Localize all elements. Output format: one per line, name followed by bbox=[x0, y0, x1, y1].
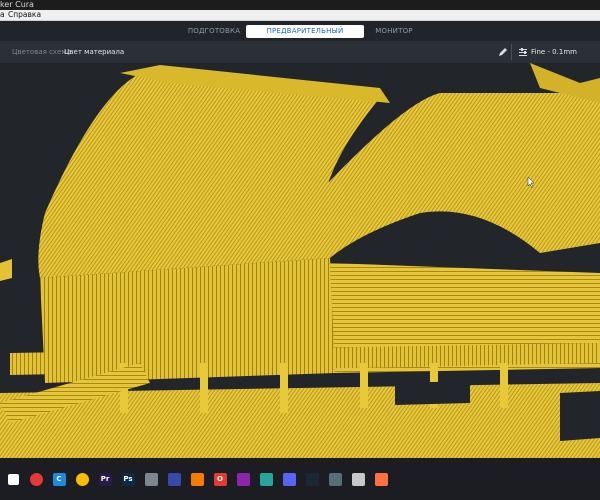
tab-prepare[interactable]: ПОДГОТОВКА bbox=[186, 25, 242, 38]
menu-bar: а Справка bbox=[0, 10, 600, 21]
app-icon-1[interactable] bbox=[140, 458, 162, 500]
chrome-icon[interactable] bbox=[71, 458, 93, 500]
menu-item-help[interactable]: Справка bbox=[8, 10, 41, 20]
record-icon-glyph bbox=[29, 472, 43, 486]
start-icon[interactable] bbox=[2, 458, 24, 500]
steam-icon-glyph bbox=[305, 472, 319, 486]
discord-icon[interactable] bbox=[278, 458, 300, 500]
toolbar-divider bbox=[511, 44, 512, 60]
opera-icon-glyph: O bbox=[213, 472, 227, 486]
photoshop-icon-glyph: Ps bbox=[121, 472, 135, 486]
sliders-icon bbox=[519, 48, 527, 56]
app-icon-3[interactable] bbox=[186, 458, 208, 500]
print-profile-button[interactable]: Fine - 0.1mm bbox=[531, 41, 577, 63]
cura-icon-glyph: C bbox=[52, 472, 66, 486]
menu-item-partial[interactable]: а bbox=[0, 10, 5, 20]
app-icon-8[interactable] bbox=[370, 458, 392, 500]
app-icon-4[interactable] bbox=[232, 458, 254, 500]
cura-icon[interactable]: C bbox=[48, 458, 70, 500]
app-icon-7-glyph bbox=[351, 472, 365, 486]
3d-viewport[interactable] bbox=[0, 63, 600, 458]
photoshop-icon[interactable]: Ps bbox=[117, 458, 139, 500]
color-scheme-select[interactable]: Цвет материала bbox=[64, 41, 124, 63]
title-bar: ker Cura bbox=[0, 0, 600, 10]
view-toolbar: Цветовая схема Цвет материала Fine - 0.1… bbox=[0, 41, 600, 64]
premiere-icon[interactable]: Pr bbox=[94, 458, 116, 500]
premiere-icon-glyph: Pr bbox=[98, 472, 112, 486]
chrome-icon-glyph bbox=[75, 472, 89, 486]
pencil-icon[interactable] bbox=[498, 47, 508, 57]
app-icon-5[interactable] bbox=[255, 458, 277, 500]
start-icon-glyph bbox=[7, 473, 19, 485]
app-icon-1-glyph bbox=[144, 472, 158, 486]
record-icon[interactable] bbox=[25, 458, 47, 500]
app-icon-7[interactable] bbox=[347, 458, 369, 500]
stage-bar: ПОДГОТОВКА ПРЕДВАРИТЕЛЬНЫЙ ПРОСМОТР МОНИ… bbox=[0, 21, 600, 48]
app-icon-4-glyph bbox=[236, 472, 250, 486]
app-icon-2-glyph bbox=[167, 472, 181, 486]
app-icon-6-glyph bbox=[328, 472, 342, 486]
model-render bbox=[0, 63, 600, 458]
taskbar: C Pr Ps O bbox=[0, 458, 600, 500]
discord-icon-glyph bbox=[282, 472, 296, 486]
tab-monitor[interactable]: МОНИТОР bbox=[372, 25, 416, 38]
app-icon-8-glyph bbox=[374, 472, 388, 486]
color-scheme-label: Цветовая схема bbox=[12, 48, 71, 56]
app-icon-3-glyph bbox=[190, 472, 204, 486]
tab-preview[interactable]: ПРЕДВАРИТЕЛЬНЫЙ ПРОСМОТР bbox=[246, 25, 364, 48]
app-icon-2[interactable] bbox=[163, 458, 185, 500]
app-icon-6[interactable] bbox=[324, 458, 346, 500]
steam-icon[interactable] bbox=[301, 458, 323, 500]
app-icon-5-glyph bbox=[259, 472, 273, 486]
opera-icon[interactable]: O bbox=[209, 458, 231, 500]
window-title: ker Cura bbox=[0, 0, 34, 9]
